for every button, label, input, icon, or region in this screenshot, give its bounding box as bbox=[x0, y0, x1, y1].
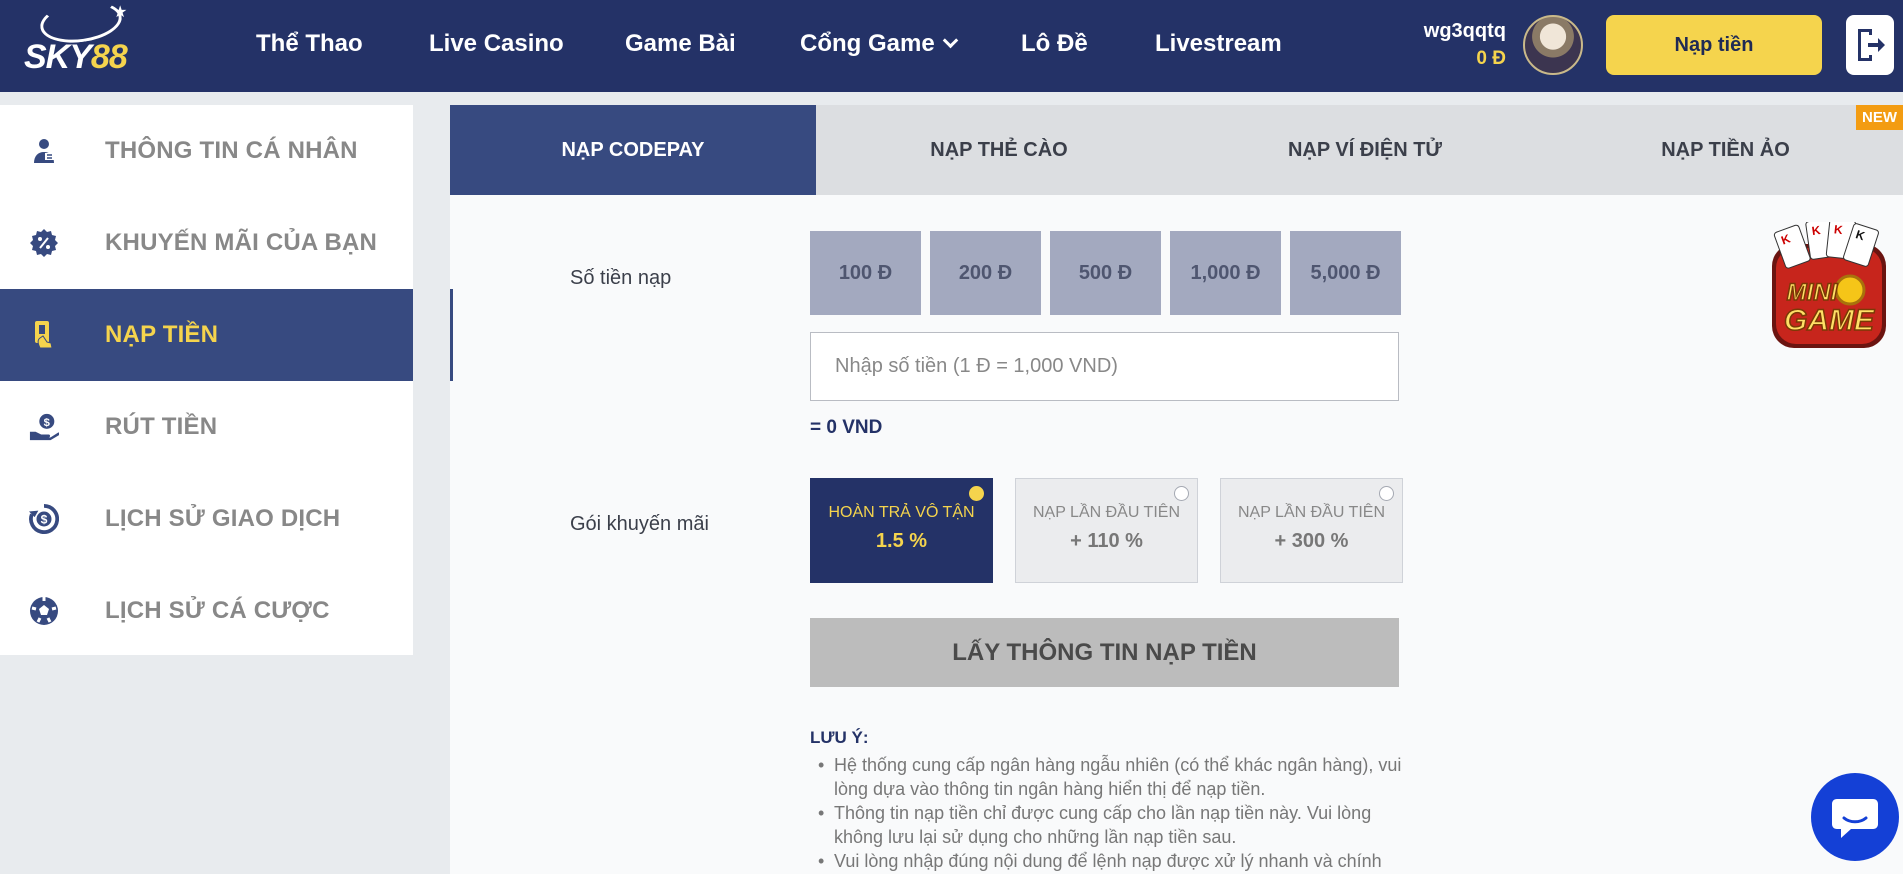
nav-livestream[interactable]: Livestream bbox=[1155, 30, 1282, 58]
logo-text: SKY88 bbox=[24, 38, 128, 76]
sidebar-item-label: LỊCH SỬ GIAO DỊCH bbox=[105, 505, 341, 532]
promo-value: 1.5 % bbox=[875, 530, 928, 552]
chat-icon bbox=[1832, 799, 1878, 838]
nav-game-bai[interactable]: Game Bài bbox=[625, 30, 736, 58]
promo-value: + 110 % bbox=[1070, 530, 1143, 552]
notes-list: Hệ thống cung cấp ngân hàng ngẫu nhiên (… bbox=[810, 753, 1410, 873]
note-item: Thông tin nạp tiền chỉ được cung cấp cho… bbox=[810, 801, 1410, 849]
tab-crypto-label: NẠP TIỀN ẢO bbox=[1661, 138, 1790, 161]
logout-button[interactable] bbox=[1846, 15, 1894, 75]
sidebar-item-label: RÚT TIỀN bbox=[105, 413, 218, 440]
promo-option-cashback[interactable]: HOÀN TRẢ VÔ TẬN 1.5 % bbox=[810, 478, 993, 583]
nav-cong-game-label: Cổng Game bbox=[800, 30, 935, 57]
soccer-ball-icon bbox=[29, 596, 59, 626]
promo-label: Gói khuyến mãi bbox=[570, 513, 709, 535]
new-badge: NEW bbox=[1856, 105, 1903, 130]
amount-option-1000[interactable]: 1,000 Đ bbox=[1170, 231, 1281, 315]
sky88-logo[interactable]: ★ SKY88 bbox=[18, 0, 130, 92]
chevron-down-icon bbox=[942, 32, 958, 49]
user-icon bbox=[29, 136, 59, 166]
minigame-line2: GAME bbox=[1784, 304, 1875, 337]
svg-text:K: K bbox=[1833, 222, 1843, 237]
tab-scratch-card[interactable]: NẠP THẺ CÀO bbox=[816, 105, 1182, 195]
note-item: Vui lòng nhập đúng nội dung để lệnh nạp … bbox=[810, 849, 1410, 873]
minigame-line1: MINI bbox=[1787, 279, 1839, 306]
svg-text:$: $ bbox=[41, 513, 48, 527]
nav-the-thao[interactable]: Thể Thao bbox=[256, 30, 363, 58]
sidebar-item-transaction-history[interactable]: $ LỊCH SỬ GIAO DỊCH bbox=[0, 473, 413, 565]
logout-icon bbox=[1858, 29, 1885, 61]
withdraw-money-icon: $ bbox=[29, 412, 59, 442]
tab-e-wallet[interactable]: NẠP VÍ ĐIỆN TỬ bbox=[1182, 105, 1548, 195]
sidebar-item-label: KHUYẾN MÃI CỦA BẠN bbox=[105, 229, 378, 256]
deposit-card-icon bbox=[29, 320, 59, 350]
get-deposit-info-button[interactable]: LẤY THÔNG TIN NẠP TIỀN bbox=[810, 618, 1399, 687]
promo-option-first-deposit-110[interactable]: NẠP LẦN ĐẦU TIÊN + 110 % bbox=[1015, 478, 1198, 583]
note-item: Hệ thống cung cấp ngân hàng ngẫu nhiên (… bbox=[810, 753, 1410, 801]
promo-radio[interactable] bbox=[1379, 486, 1394, 501]
amount-option-200[interactable]: 200 Đ bbox=[930, 231, 1041, 315]
tab-crypto[interactable]: NẠP TIỀN ẢO NEW bbox=[1548, 105, 1903, 195]
amount-option-5000[interactable]: 5,000 Đ bbox=[1290, 231, 1401, 315]
sidebar-item-bet-history[interactable]: LỊCH SỬ CÁ CƯỢC bbox=[0, 565, 413, 657]
nav-cong-game[interactable]: Cổng Game bbox=[800, 30, 958, 58]
deposit-panel: NẠP CODEPAY NẠP THẺ CÀO NẠP VÍ ĐIỆN TỬ N… bbox=[450, 105, 1903, 874]
sidebar-item-label: NẠP TIỀN bbox=[105, 321, 219, 348]
sidebar-item-promotions[interactable]: KHUYẾN MÃI CỦA BẠN bbox=[0, 197, 413, 289]
amount-input[interactable] bbox=[810, 332, 1399, 401]
header-deposit-button[interactable]: Nạp tiền bbox=[1606, 15, 1822, 75]
live-chat-button[interactable] bbox=[1811, 773, 1899, 861]
avatar[interactable] bbox=[1523, 15, 1583, 75]
sidebar-item-label: THÔNG TIN CÁ NHÂN bbox=[105, 137, 358, 164]
tab-codepay[interactable]: NẠP CODEPAY bbox=[450, 105, 816, 195]
transaction-history-icon: $ bbox=[29, 503, 59, 534]
promo-title: NẠP LẦN ĐẦU TIÊN bbox=[1237, 504, 1385, 521]
amount-label: Số tiền nạp bbox=[570, 267, 672, 289]
promo-title: HOÀN TRẢ VÔ TẬN bbox=[828, 504, 975, 521]
vnd-conversion-result: = 0 VND bbox=[810, 417, 883, 438]
promo-option-first-deposit-300[interactable]: NẠP LẦN ĐẦU TIÊN + 300 % bbox=[1220, 478, 1403, 583]
promo-value: + 300 % bbox=[1274, 530, 1349, 552]
logo-star-icon: ★ bbox=[113, 4, 128, 21]
notes-title: LƯU Ý: bbox=[810, 728, 869, 747]
active-section-marker bbox=[450, 289, 453, 381]
sidebar-item-deposit[interactable]: NẠP TIỀN bbox=[0, 289, 413, 381]
account-sidebar: THÔNG TIN CÁ NHÂN KHUYẾN MÃI CỦA BẠN NẠP… bbox=[0, 105, 413, 655]
sidebar-item-withdraw[interactable]: $ RÚT TIỀN bbox=[0, 381, 413, 473]
amount-option-100[interactable]: 100 Đ bbox=[810, 231, 921, 315]
promo-title: NẠP LẦN ĐẦU TIÊN bbox=[1032, 504, 1180, 521]
nav-live-casino[interactable]: Live Casino bbox=[429, 30, 564, 58]
svg-text:$: $ bbox=[44, 417, 51, 429]
promo-percent-icon bbox=[29, 228, 59, 258]
balance: 0 Đ bbox=[1476, 48, 1506, 69]
deposit-method-tabs: NẠP CODEPAY NẠP THẺ CÀO NẠP VÍ ĐIỆN TỬ N… bbox=[450, 105, 1903, 195]
amount-option-500[interactable]: 500 Đ bbox=[1050, 231, 1161, 315]
promo-radio[interactable] bbox=[969, 486, 984, 501]
nav-lo-de[interactable]: Lô Đề bbox=[1021, 30, 1088, 58]
username: wg3qqtq bbox=[1423, 20, 1506, 42]
top-header: ★ SKY88 Thể Thao Live Casino Game Bài Cổ… bbox=[0, 0, 1903, 92]
sidebar-item-personal-info[interactable]: THÔNG TIN CÁ NHÂN bbox=[0, 105, 413, 197]
sidebar-item-label: LỊCH SỬ CÁ CƯỢC bbox=[105, 597, 330, 624]
minigame-widget[interactable]: K K K K MINI GAME bbox=[1764, 218, 1894, 352]
promo-radio[interactable] bbox=[1174, 486, 1189, 501]
